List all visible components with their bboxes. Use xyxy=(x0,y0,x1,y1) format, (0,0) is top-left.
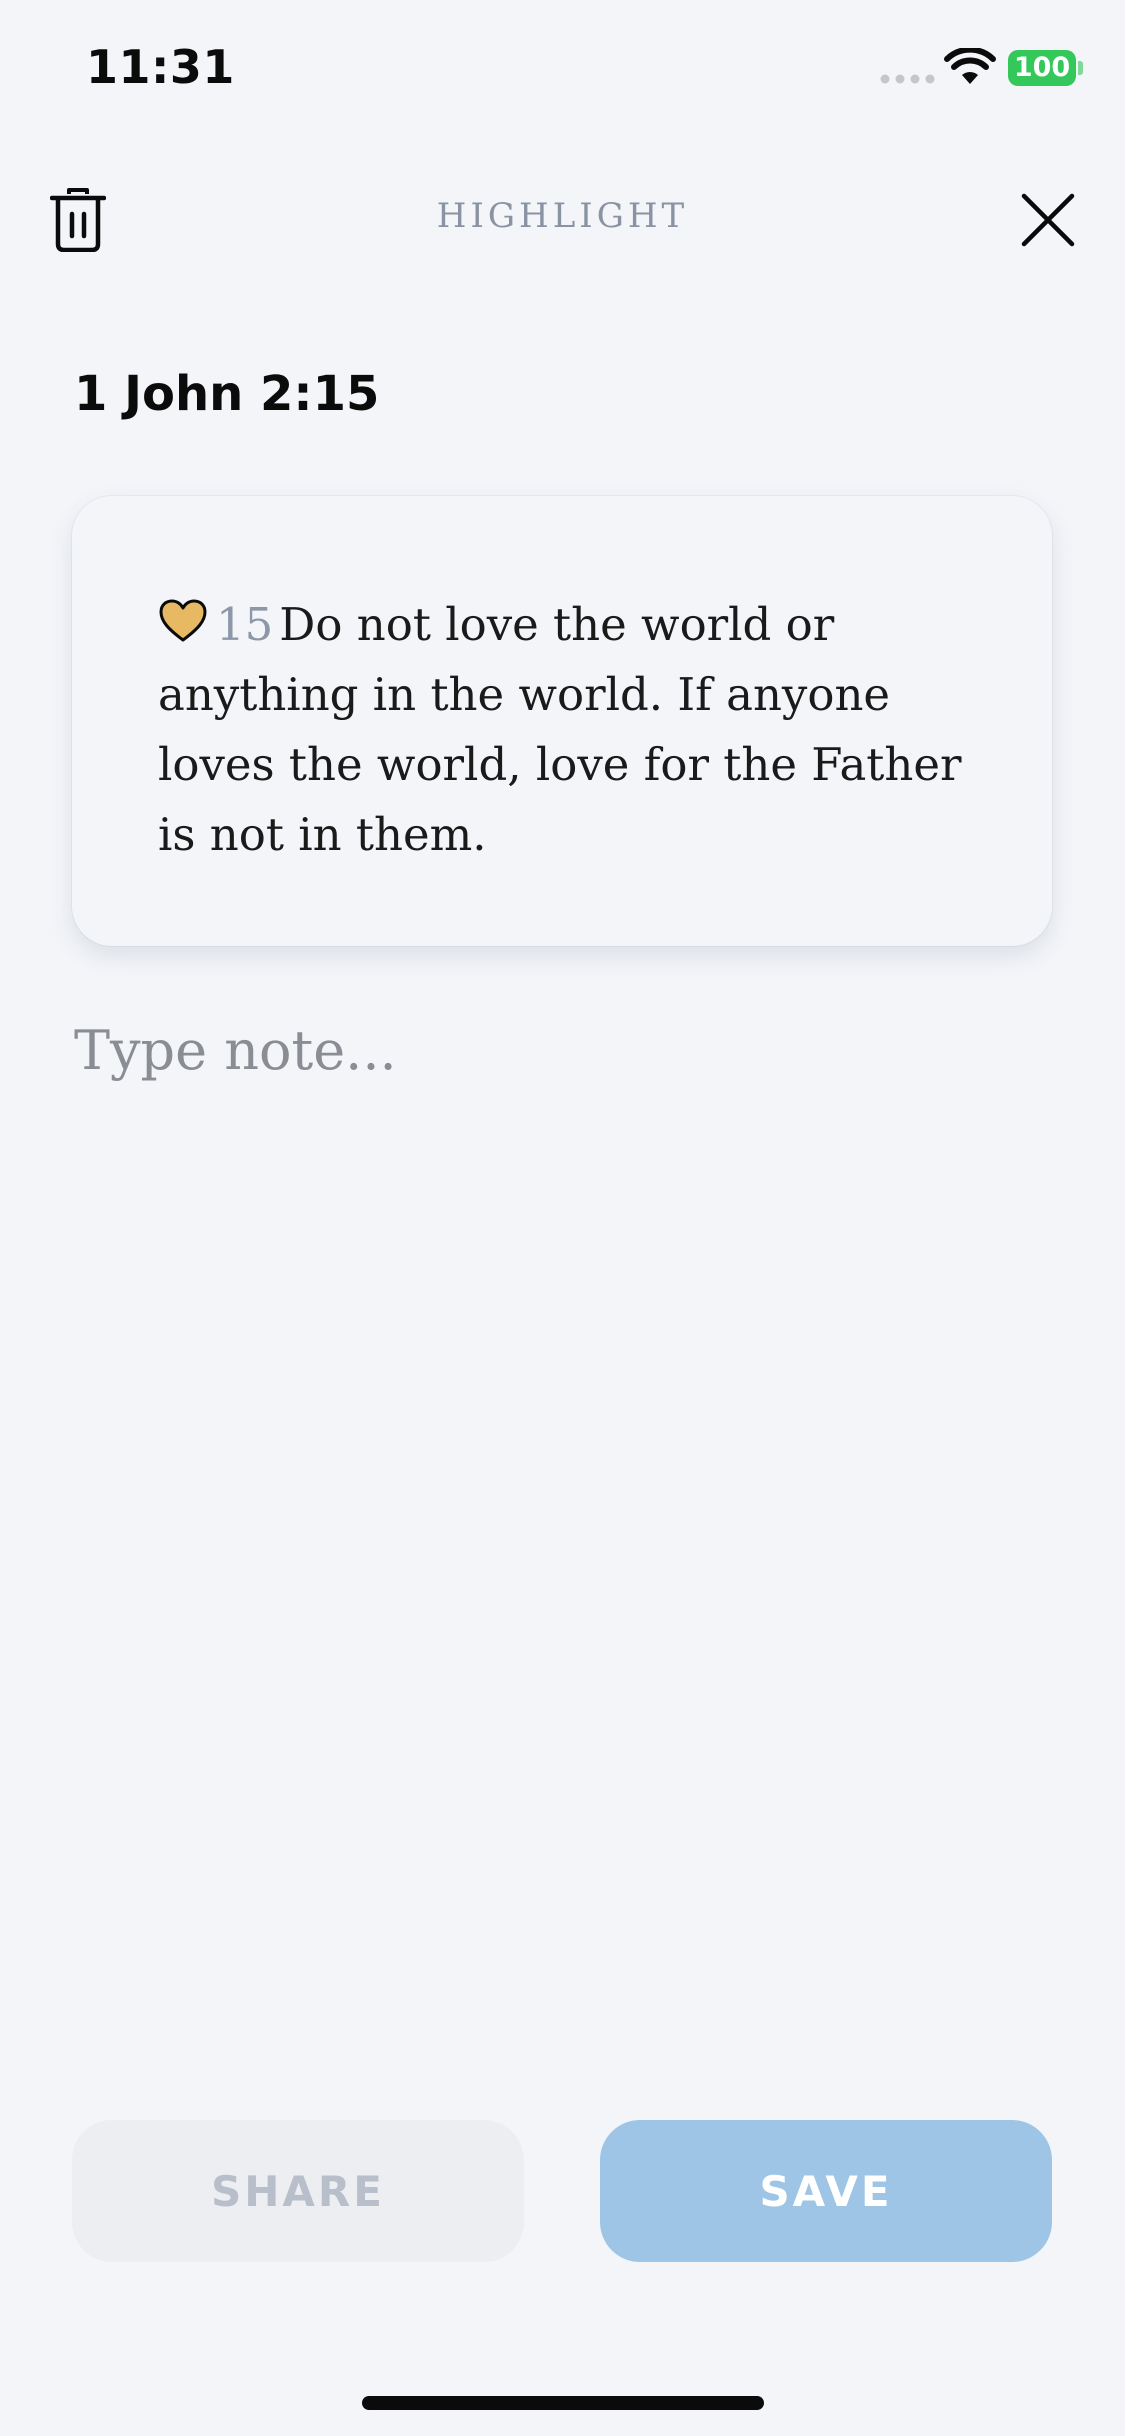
note-input[interactable] xyxy=(74,1010,1054,1090)
battery-nub xyxy=(1078,61,1083,75)
save-button[interactable]: SAVE xyxy=(600,2120,1052,2262)
status-bar: 11:31 100 xyxy=(0,0,1125,140)
verse-number: 15 xyxy=(216,598,274,651)
status-time: 11:31 xyxy=(86,40,235,94)
header: HIGHLIGHT xyxy=(0,160,1125,280)
verse-card[interactable]: 15 Do not love the world or anything in t… xyxy=(72,496,1052,946)
share-button[interactable]: SHARE xyxy=(72,2120,524,2262)
wifi-icon xyxy=(944,48,996,84)
close-icon xyxy=(1021,193,1075,247)
page-title: HIGHLIGHT xyxy=(436,196,689,236)
battery-indicator: 100 xyxy=(1008,50,1076,86)
close-button[interactable] xyxy=(1016,188,1080,252)
verse-body: Do not love the world or anything in the… xyxy=(158,598,962,861)
cellular-signal-icon xyxy=(880,74,935,84)
verse-text: 15 Do not love the world or anything in t… xyxy=(158,590,966,870)
verse-reference: 1 John 2:15 xyxy=(74,366,380,422)
home-indicator[interactable] xyxy=(362,2396,764,2410)
heart-icon xyxy=(159,599,207,642)
